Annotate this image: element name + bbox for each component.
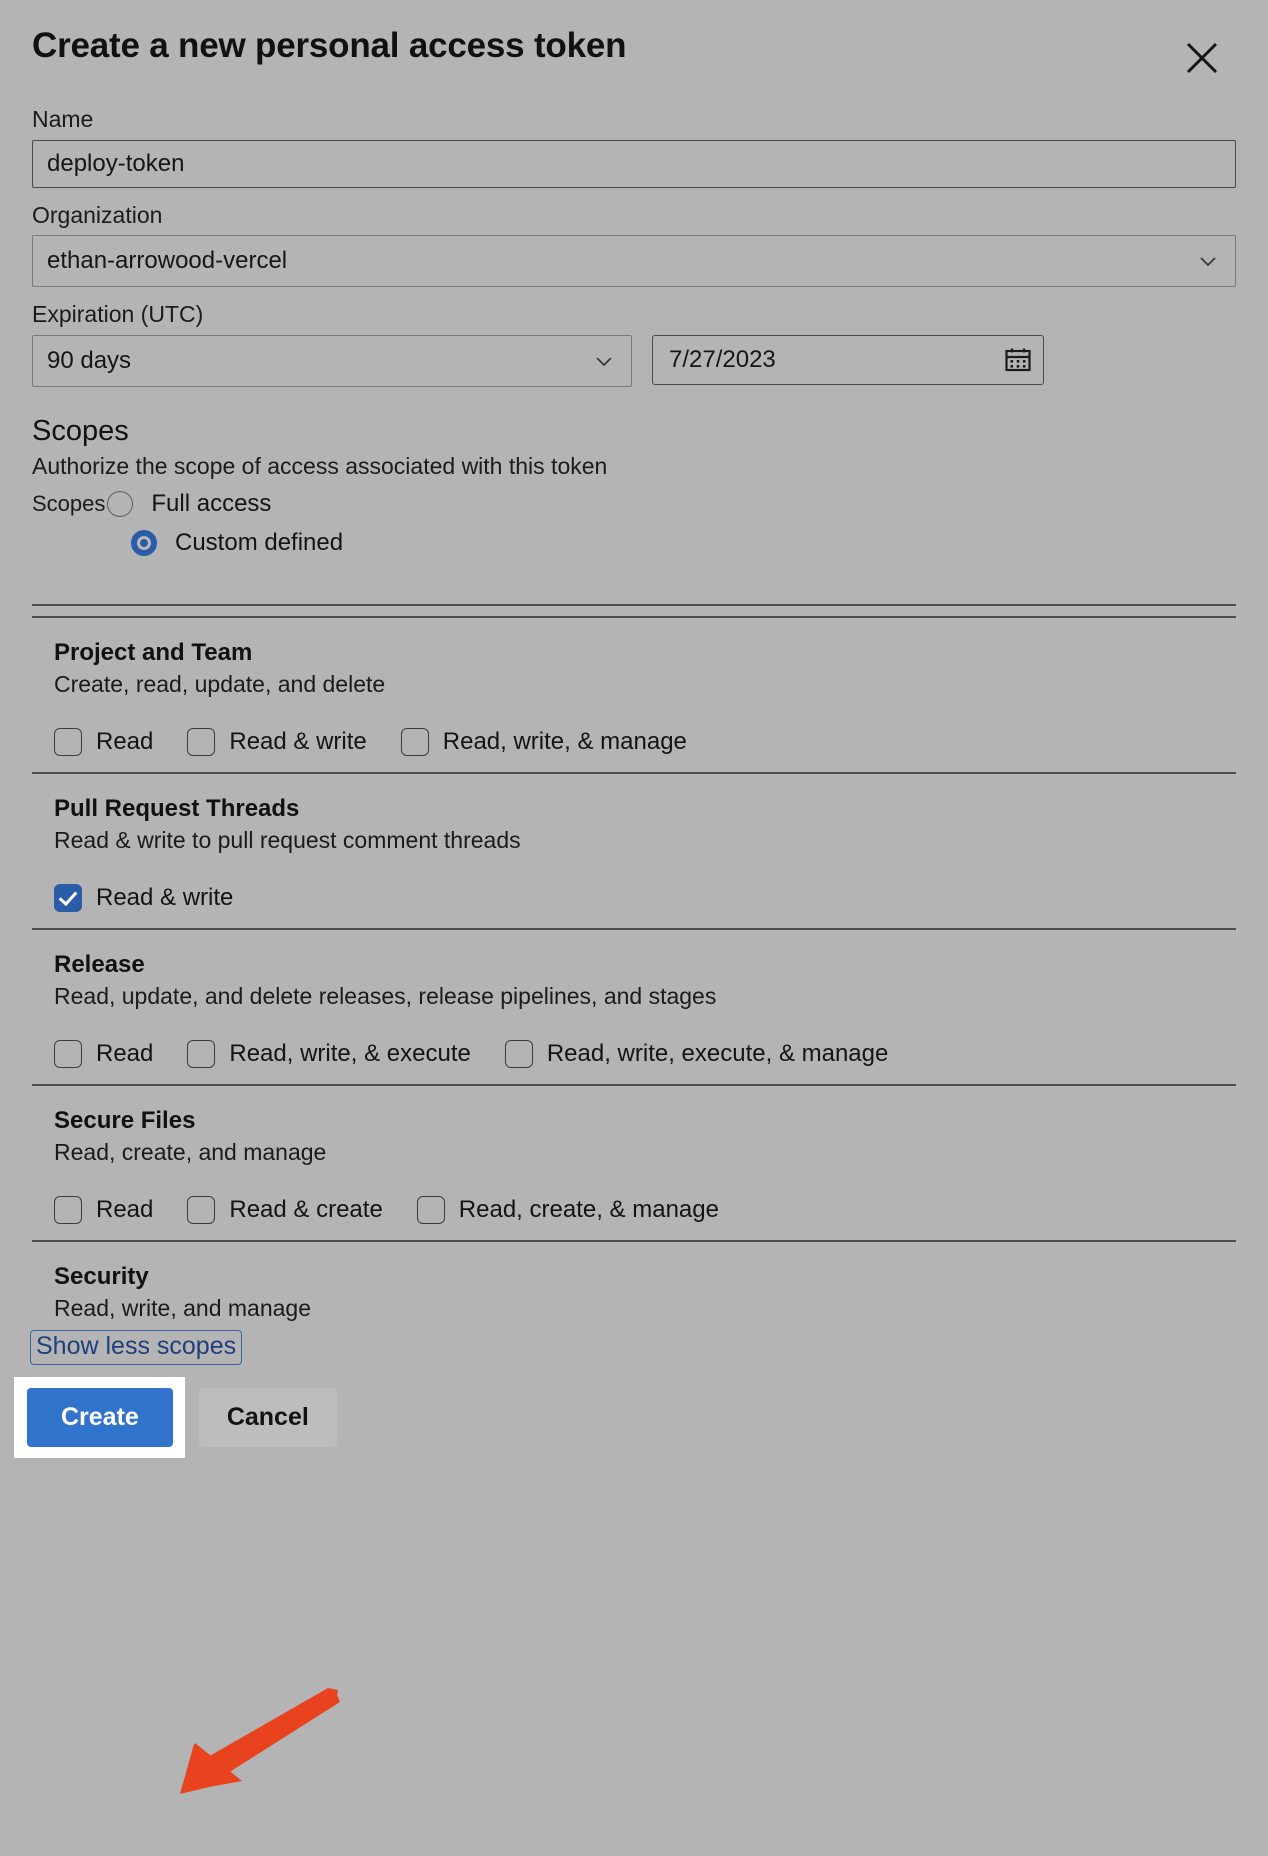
page-title: Create a new personal access token: [32, 25, 627, 65]
checkbox-label[interactable]: Read & write: [96, 884, 233, 912]
scopes-radio-legend: Scopes: [32, 490, 106, 516]
calendar-icon[interactable]: [1003, 345, 1033, 375]
checkbox-label[interactable]: Read, write, & manage: [443, 728, 687, 756]
dialog-footer-buttons: Create Cancel: [14, 1376, 1236, 1458]
chevron-down-icon: [591, 348, 617, 374]
scope-section-secure-files: Secure Files Read, create, and manage Re…: [32, 1086, 1236, 1240]
expiration-date-field[interactable]: [652, 334, 1044, 385]
scope-checkbox-row: Read Read, write, & execute Read, write,…: [54, 1040, 1236, 1069]
scope-description: Read, write, and manage: [54, 1294, 311, 1321]
scopes-heading: Scopes: [32, 414, 129, 447]
organization-select[interactable]: ethan-arrowood-vercel: [32, 235, 1236, 288]
checkbox-item[interactable]: Read: [54, 728, 153, 757]
radio-custom-defined[interactable]: [131, 529, 157, 556]
checkbox-item[interactable]: Read, write, & manage: [400, 728, 687, 757]
scope-title: Pull Request Threads: [54, 795, 300, 823]
checkbox[interactable]: [187, 1040, 216, 1069]
scope-section-pull-request-threads: Pull Request Threads Read & write to pul…: [32, 774, 1236, 928]
scope-checkbox-row: Read Read & write Read, write, & manage: [54, 728, 1236, 757]
scope-title: Project and Team: [54, 639, 253, 667]
expiration-label: Expiration (UTC): [32, 301, 204, 328]
checkbox-label[interactable]: Read & write: [229, 728, 366, 756]
checkbox-item[interactable]: Read & write: [54, 884, 233, 913]
checkbox-label[interactable]: Read: [96, 1040, 153, 1068]
expiration-preset-select[interactable]: 90 days: [32, 334, 632, 387]
checkbox[interactable]: [54, 728, 82, 757]
scope-description: Create, read, update, and delete: [54, 671, 386, 698]
divider: [32, 604, 1236, 607]
scope-checkbox-row: Read Read & create Read, create, & manag…: [54, 1195, 1236, 1224]
scope-title: Security: [54, 1262, 149, 1290]
checkbox-item[interactable]: Read & write: [187, 728, 367, 757]
checkbox-item[interactable]: Read & create: [187, 1195, 383, 1224]
checkbox-label[interactable]: Read & create: [229, 1196, 382, 1224]
close-button[interactable]: [1174, 30, 1230, 86]
scope-section-project-and-team: Project and Team Create, read, update, a…: [32, 618, 1236, 772]
show-less-scopes-wrap: Show less scopes: [30, 1329, 243, 1365]
scope-description: Read & write to pull request comment thr…: [54, 827, 521, 854]
radio-full-access-label[interactable]: Full access: [151, 490, 271, 518]
checkbox-item[interactable]: Read, write, & execute: [187, 1040, 471, 1069]
dialog-header: Create a new personal access token: [32, 0, 1236, 92]
scope-checkbox-row: Read & write: [54, 884, 1236, 913]
scopes-radio-custom-defined-row[interactable]: Custom defined: [32, 523, 1236, 562]
checkbox-item[interactable]: Read, write, execute, & manage: [504, 1040, 889, 1069]
checkbox-label[interactable]: Read: [96, 1196, 153, 1224]
scope-section-security: Security Read, write, and manage: [32, 1242, 1236, 1324]
scope-description: Read, update, and delete releases, relea…: [54, 983, 717, 1010]
scopes-description: Authorize the scope of access associated…: [32, 453, 608, 480]
checkbox[interactable]: [416, 1195, 445, 1224]
scopes-radio-group: Scopes Full access Custom defined: [32, 484, 1236, 562]
checkbox[interactable]: [504, 1040, 533, 1069]
checkbox-label[interactable]: Read, write, & execute: [229, 1040, 470, 1068]
expiration-preset-value: 90 days: [47, 346, 132, 374]
checkbox-item[interactable]: Read: [54, 1040, 153, 1069]
scopes-radio-full-access-row[interactable]: Scopes Full access: [32, 484, 1236, 523]
create-token-dialog: Create a new personal access token Name …: [0, 0, 1268, 1856]
create-button-highlight: Create: [14, 1376, 185, 1458]
close-icon: [1182, 38, 1222, 78]
name-input[interactable]: [32, 139, 1236, 188]
expiration-row: 90 days: [32, 334, 1236, 387]
checkbox[interactable]: [54, 1040, 82, 1069]
scope-section-release: Release Read, update, and delete release…: [32, 930, 1236, 1084]
checkbox[interactable]: [400, 728, 429, 757]
checkbox-label[interactable]: Read, create, & manage: [459, 1196, 719, 1224]
cancel-button[interactable]: Cancel: [198, 1387, 337, 1447]
checkbox[interactable]: [187, 1195, 216, 1224]
checkbox[interactable]: [54, 884, 82, 913]
annotation-arrow: [150, 1688, 340, 1800]
scope-title: Secure Files: [54, 1107, 196, 1135]
checkbox-item[interactable]: Read, create, & manage: [416, 1195, 719, 1224]
chevron-down-icon: [1195, 248, 1221, 274]
scope-title: Release: [54, 951, 145, 979]
name-label: Name: [32, 106, 94, 132]
show-less-scopes-link[interactable]: Show less scopes: [30, 1329, 243, 1365]
organization-value: ethan-arrowood-vercel: [47, 247, 288, 275]
radio-custom-defined-label[interactable]: Custom defined: [175, 529, 343, 557]
expiration-date-input[interactable]: [667, 344, 1003, 375]
scope-description: Read, create, and manage: [54, 1139, 327, 1166]
checkbox-item[interactable]: Read: [54, 1195, 153, 1224]
checkbox-label[interactable]: Read, write, execute, & manage: [547, 1040, 889, 1068]
radio-full-access[interactable]: [107, 490, 134, 517]
organization-label: Organization: [32, 201, 163, 228]
create-button[interactable]: Create: [27, 1387, 173, 1447]
checkbox[interactable]: [54, 1195, 82, 1224]
checkbox[interactable]: [187, 728, 216, 757]
scopes-sections-list: Project and Team Create, read, update, a…: [32, 604, 1236, 1323]
checkbox-label[interactable]: Read: [96, 728, 153, 756]
